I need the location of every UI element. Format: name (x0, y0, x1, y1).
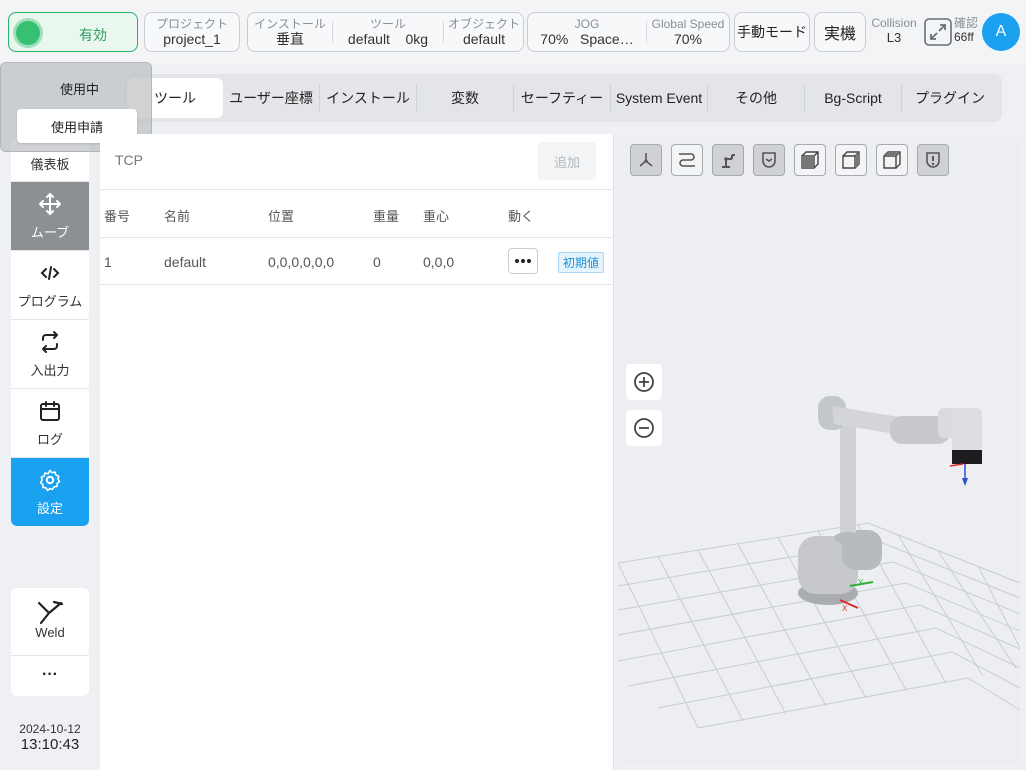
confirm-value: 66ff (954, 30, 974, 44)
date-text: 2024-10-12 (19, 722, 81, 736)
column-header-name: 名前 (164, 209, 191, 224)
install-value: 垂直 (276, 31, 304, 47)
user-avatar[interactable]: A (982, 13, 1020, 51)
enabled-indicator-icon (16, 21, 40, 45)
sidebar-item-label: 儀表板 (30, 157, 70, 172)
robot-scene: Y X (618, 396, 1020, 729)
tool-label: ツール (369, 17, 406, 31)
tool-weight: 0kg (405, 31, 429, 47)
add-button[interactable]: 追加 (538, 142, 596, 180)
object-value: default (462, 31, 506, 47)
tab-system-event[interactable]: System Event (611, 78, 707, 118)
top-status-bar: 有効 プロジェクト project_1 インストール 垂直 ツール defaul… (0, 0, 1026, 64)
usage-status: 使用中 (59, 82, 99, 97)
sidebar-item-move[interactable]: ムーブ (11, 182, 89, 251)
column-header-position: 位置 (268, 209, 295, 224)
sidebar-item-io[interactable]: 入出力 (11, 320, 89, 389)
install-tool-object-group: インストール 垂直 ツール default 0kg オブジェクト default (247, 12, 524, 52)
tool-value: default 0kg (333, 31, 443, 47)
robot-3d-viewer[interactable]: Y X (618, 138, 1020, 765)
divider (100, 189, 614, 190)
tab-bg-script[interactable]: Bg-Script (805, 78, 901, 118)
divider (100, 284, 614, 285)
confirm-status: 確認 66ff (954, 16, 984, 44)
global-speed-value: 70% (673, 31, 703, 47)
install-selector[interactable]: インストール 垂直 (248, 13, 332, 51)
global-speed-label: Global Speed (651, 17, 725, 31)
enable-toggle[interactable]: 有効 (8, 12, 138, 52)
jog-value: 70% Space… (528, 31, 646, 47)
sidebar-item-label: ログ (36, 432, 63, 447)
row-more-button[interactable] (508, 248, 538, 274)
code-icon (40, 266, 60, 280)
expand-icon[interactable] (924, 18, 952, 46)
y-axis-label: Y (858, 578, 864, 587)
cell-position: 0,0,0,0,0,0 (268, 254, 335, 270)
object-selector[interactable]: オブジェクト default (444, 13, 524, 51)
default-badge: 初期値 (558, 252, 605, 273)
settings-tabs: ツール ユーザー座標 インストール 変数 セーフティー System Event… (125, 74, 1002, 122)
sidebar-item-label: 設定 (36, 501, 63, 516)
sidebar-item-settings[interactable]: 設定 (11, 458, 89, 526)
sidebar-item-label: 入出力 (30, 363, 70, 378)
global-speed-selector[interactable]: Global Speed 70% (647, 13, 729, 51)
real-machine-button[interactable]: 実機 (814, 12, 866, 52)
move-arrows-icon (39, 193, 61, 215)
calendar-icon (40, 401, 60, 421)
jog-speed-group: JOG 70% Space… Global Speed 70% (527, 12, 730, 52)
confirm-label: 確認 (954, 16, 979, 30)
tool-selector[interactable]: ツール default 0kg (333, 13, 443, 51)
manual-mode-button[interactable]: 手動モード (734, 12, 810, 52)
tab-user-frame[interactable]: ユーザー座標 (223, 78, 319, 118)
tab-variables[interactable]: 変数 (417, 78, 513, 118)
weld-label: Weld (35, 625, 65, 640)
time-text: 13:10:43 (20, 736, 80, 753)
more-dots-icon (515, 259, 531, 263)
sidebar-item-program[interactable]: プログラム (11, 251, 89, 320)
jog-label: JOG (574, 17, 600, 31)
tab-other[interactable]: その他 (708, 78, 804, 118)
project-label: プロジェクト (155, 17, 228, 31)
main-nav: 儀表板 ムーブ プログラム 入出力 ログ 設定 (11, 138, 89, 526)
weld-plugin-group: Weld ··· (11, 588, 89, 696)
robot-arm (798, 396, 982, 605)
tab-plugin[interactable]: プラグイン (902, 78, 998, 118)
enable-label: 有効 (79, 27, 107, 43)
jog-mode: Space… (580, 31, 634, 47)
tab-safety[interactable]: セーフティー (514, 78, 610, 118)
tab-install[interactable]: インストール (320, 78, 416, 118)
collision-value: L3 (886, 30, 902, 45)
install-label: インストール (254, 17, 326, 31)
jog-percent: 70% (540, 31, 569, 47)
clock: 2024-10-12 13:10:43 (0, 722, 100, 753)
sidebar-item-label: プログラム (17, 294, 83, 309)
weld-torch-icon (37, 600, 64, 625)
jog-selector[interactable]: JOG 70% Space… (528, 13, 646, 51)
tool-panel: TCP 追加 番号 名前 位置 重量 重心 動く 1 default 0,0,0… (100, 134, 614, 770)
object-label: オブジェクト (447, 17, 520, 31)
cell-name: default (164, 254, 207, 270)
collision-label: Collision (871, 16, 917, 30)
section-title: TCP (115, 152, 143, 168)
column-header-number: 番号 (104, 209, 131, 224)
weld-button[interactable]: Weld (11, 588, 89, 656)
divider (100, 237, 614, 238)
gear-icon (39, 469, 61, 492)
sidebar-item-log[interactable]: ログ (11, 389, 89, 458)
sidebar-item-label: ムーブ (30, 225, 70, 240)
column-header-weight: 重量 (373, 209, 400, 224)
more-button[interactable]: ··· (11, 657, 89, 696)
cell-number: 1 (104, 254, 112, 270)
collision-level[interactable]: Collision L3 (866, 16, 922, 46)
tool-name: default (347, 31, 390, 47)
project-value: project_1 (163, 31, 221, 47)
project-selector[interactable]: プロジェクト project_1 (144, 12, 240, 52)
cell-cog: 0,0,0 (423, 254, 455, 270)
cell-weight: 0 (373, 254, 381, 270)
column-header-move: 動く (508, 209, 535, 224)
swap-icon (42, 331, 58, 353)
column-header-cog: 重心 (423, 209, 450, 224)
x-axis-label: X (842, 604, 848, 613)
